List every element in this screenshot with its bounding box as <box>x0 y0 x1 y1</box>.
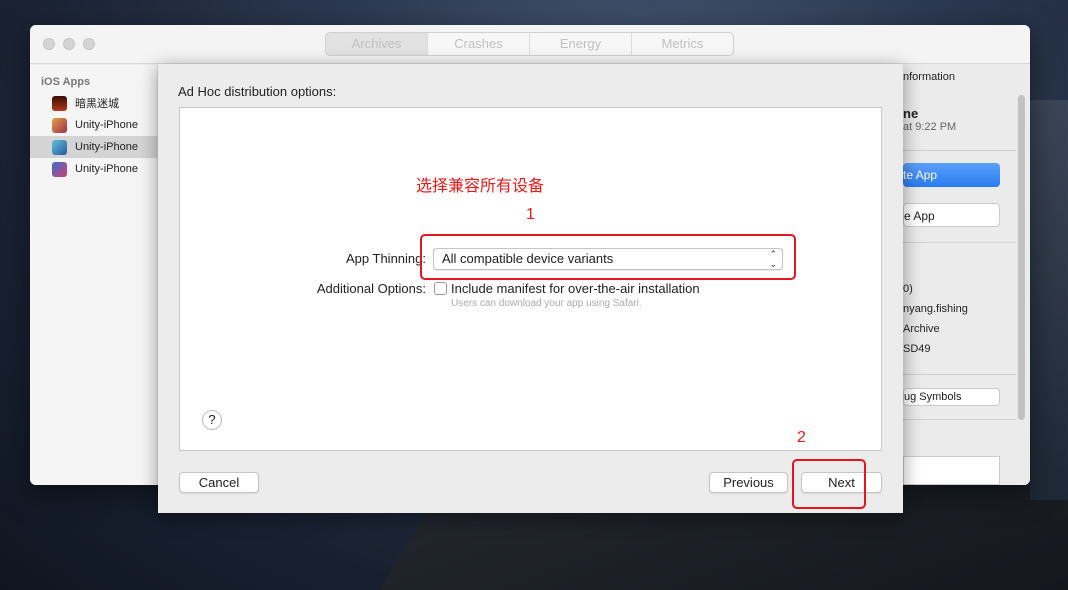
manifest-checkbox-label[interactable]: Include manifest for over-the-air instal… <box>451 281 700 296</box>
divider <box>903 419 1016 420</box>
sidebar-header: iOS Apps <box>41 76 91 88</box>
sidebar-item-label: Unity-iPhone <box>75 119 138 131</box>
version-field: 0) <box>903 283 913 295</box>
annotation-highlight-2 <box>792 459 866 509</box>
sidebar-item-label: Unity-iPhone <box>75 163 138 175</box>
tab-metrics[interactable]: Metrics <box>631 33 733 55</box>
team-field: SD49 <box>903 343 931 355</box>
validate-app-button[interactable]: e App <box>903 203 1000 227</box>
identifier-field: nyang.fishing <box>903 303 968 315</box>
tab-energy[interactable]: Energy <box>529 33 631 55</box>
sidebar-item-label: Unity-iPhone <box>75 141 138 153</box>
app-icon <box>52 95 67 111</box>
sidebar-item[interactable]: Unity-iPhone <box>30 158 158 180</box>
sheet-title: Ad Hoc distribution options: <box>178 84 337 99</box>
annotation-note: 选择兼容所有设备 <box>416 178 545 195</box>
previous-button[interactable]: Previous <box>709 472 788 493</box>
app-thinning-label: App Thinning: <box>346 251 426 266</box>
archive-info-panel: nformation ne at 9:22 PM te App e App 0)… <box>903 65 1030 485</box>
additional-options-label: Additional Options: <box>316 281 426 296</box>
minimize-button[interactable] <box>63 38 75 50</box>
distribute-app-button[interactable]: te App <box>903 163 1000 187</box>
archive-date: at 9:22 PM <box>903 121 957 133</box>
divider <box>903 242 1016 243</box>
close-button[interactable] <box>43 38 55 50</box>
sidebar-item-selected[interactable]: Unity-iPhone <box>30 136 158 158</box>
annotation-step-1: 1 <box>526 206 535 223</box>
help-button[interactable]: ? <box>202 410 222 430</box>
scrollbar[interactable] <box>1018 95 1025 420</box>
divider <box>903 150 1016 151</box>
sidebar-item-label: 暗黑迷城 <box>75 98 119 110</box>
archive-name: ne <box>903 106 919 121</box>
sidebar-item[interactable]: Unity-iPhone <box>30 114 158 136</box>
manifest-hint: Users can download your app using Safari… <box>451 298 642 309</box>
app-icon <box>52 139 67 155</box>
type-field: Archive <box>903 323 940 335</box>
manifest-checkbox[interactable] <box>434 282 447 295</box>
download-debug-symbols-button[interactable]: ug Symbols <box>903 388 1000 406</box>
app-icon <box>52 117 67 133</box>
sidebar: iOS Apps 暗黑迷城 Unity-iPhone Unity-iPhone … <box>30 65 158 485</box>
panel-header: nformation <box>903 71 955 83</box>
description-field[interactable] <box>903 456 1000 485</box>
zoom-button[interactable] <box>83 38 95 50</box>
app-icon <box>52 161 67 177</box>
divider <box>903 374 1016 375</box>
title-bar: Archives Crashes Energy Metrics <box>30 25 1030 64</box>
sidebar-item[interactable]: 暗黑迷城 <box>30 92 158 114</box>
annotation-step-2: 2 <box>797 429 806 446</box>
cancel-button[interactable]: Cancel <box>179 472 259 493</box>
annotation-highlight-1 <box>420 234 796 280</box>
desktop-wallpaper-edge <box>1030 100 1068 500</box>
tab-archives[interactable]: Archives <box>326 33 427 55</box>
tab-crashes[interactable]: Crashes <box>427 33 529 55</box>
distribution-sheet: Ad Hoc distribution options: App Thinnin… <box>158 64 903 513</box>
tab-bar: Archives Crashes Energy Metrics <box>325 32 734 56</box>
